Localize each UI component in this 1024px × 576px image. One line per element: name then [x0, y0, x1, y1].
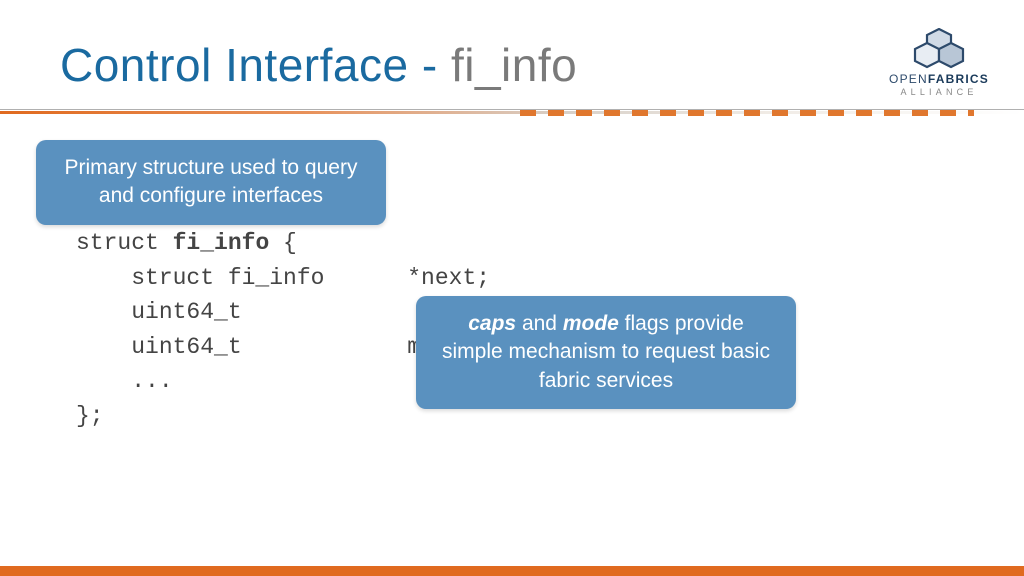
title-secondary: fi_info — [451, 39, 577, 91]
code-l1c: { — [269, 230, 297, 256]
code-l5: ... — [76, 368, 173, 394]
divider-band — [0, 106, 1024, 120]
openfabrics-logo: OPENFABRICS ALLIANCE — [884, 28, 994, 97]
bottom-accent-bar — [0, 566, 1024, 576]
hexes-icon — [913, 28, 965, 70]
callout1-text: Primary structure used to query and conf… — [65, 156, 358, 207]
code-l2: struct fi_info *next; — [76, 265, 490, 291]
logo-line2: ALLIANCE — [884, 87, 994, 97]
logo-fabrics: FABRICS — [928, 72, 989, 86]
callout-primary-structure: Primary structure used to query and conf… — [36, 140, 386, 225]
callout2-em2: mode — [563, 312, 619, 335]
code-l6: }; — [76, 403, 104, 429]
callout2-mid1: and — [516, 312, 563, 335]
code-l1b: fi_info — [173, 230, 270, 256]
slide: Control Interface - fi_info OPENFABRICS … — [0, 0, 1024, 576]
slide-title: Control Interface - fi_info — [60, 38, 577, 92]
logo-line1: OPENFABRICS — [884, 72, 994, 86]
title-primary: Control Interface - — [60, 39, 451, 91]
callout2-em1: caps — [468, 312, 516, 335]
code-l1a: struct — [76, 230, 173, 256]
logo-open: OPEN — [889, 72, 928, 86]
callout-caps-mode: caps and mode flags provide simple mecha… — [416, 296, 796, 409]
